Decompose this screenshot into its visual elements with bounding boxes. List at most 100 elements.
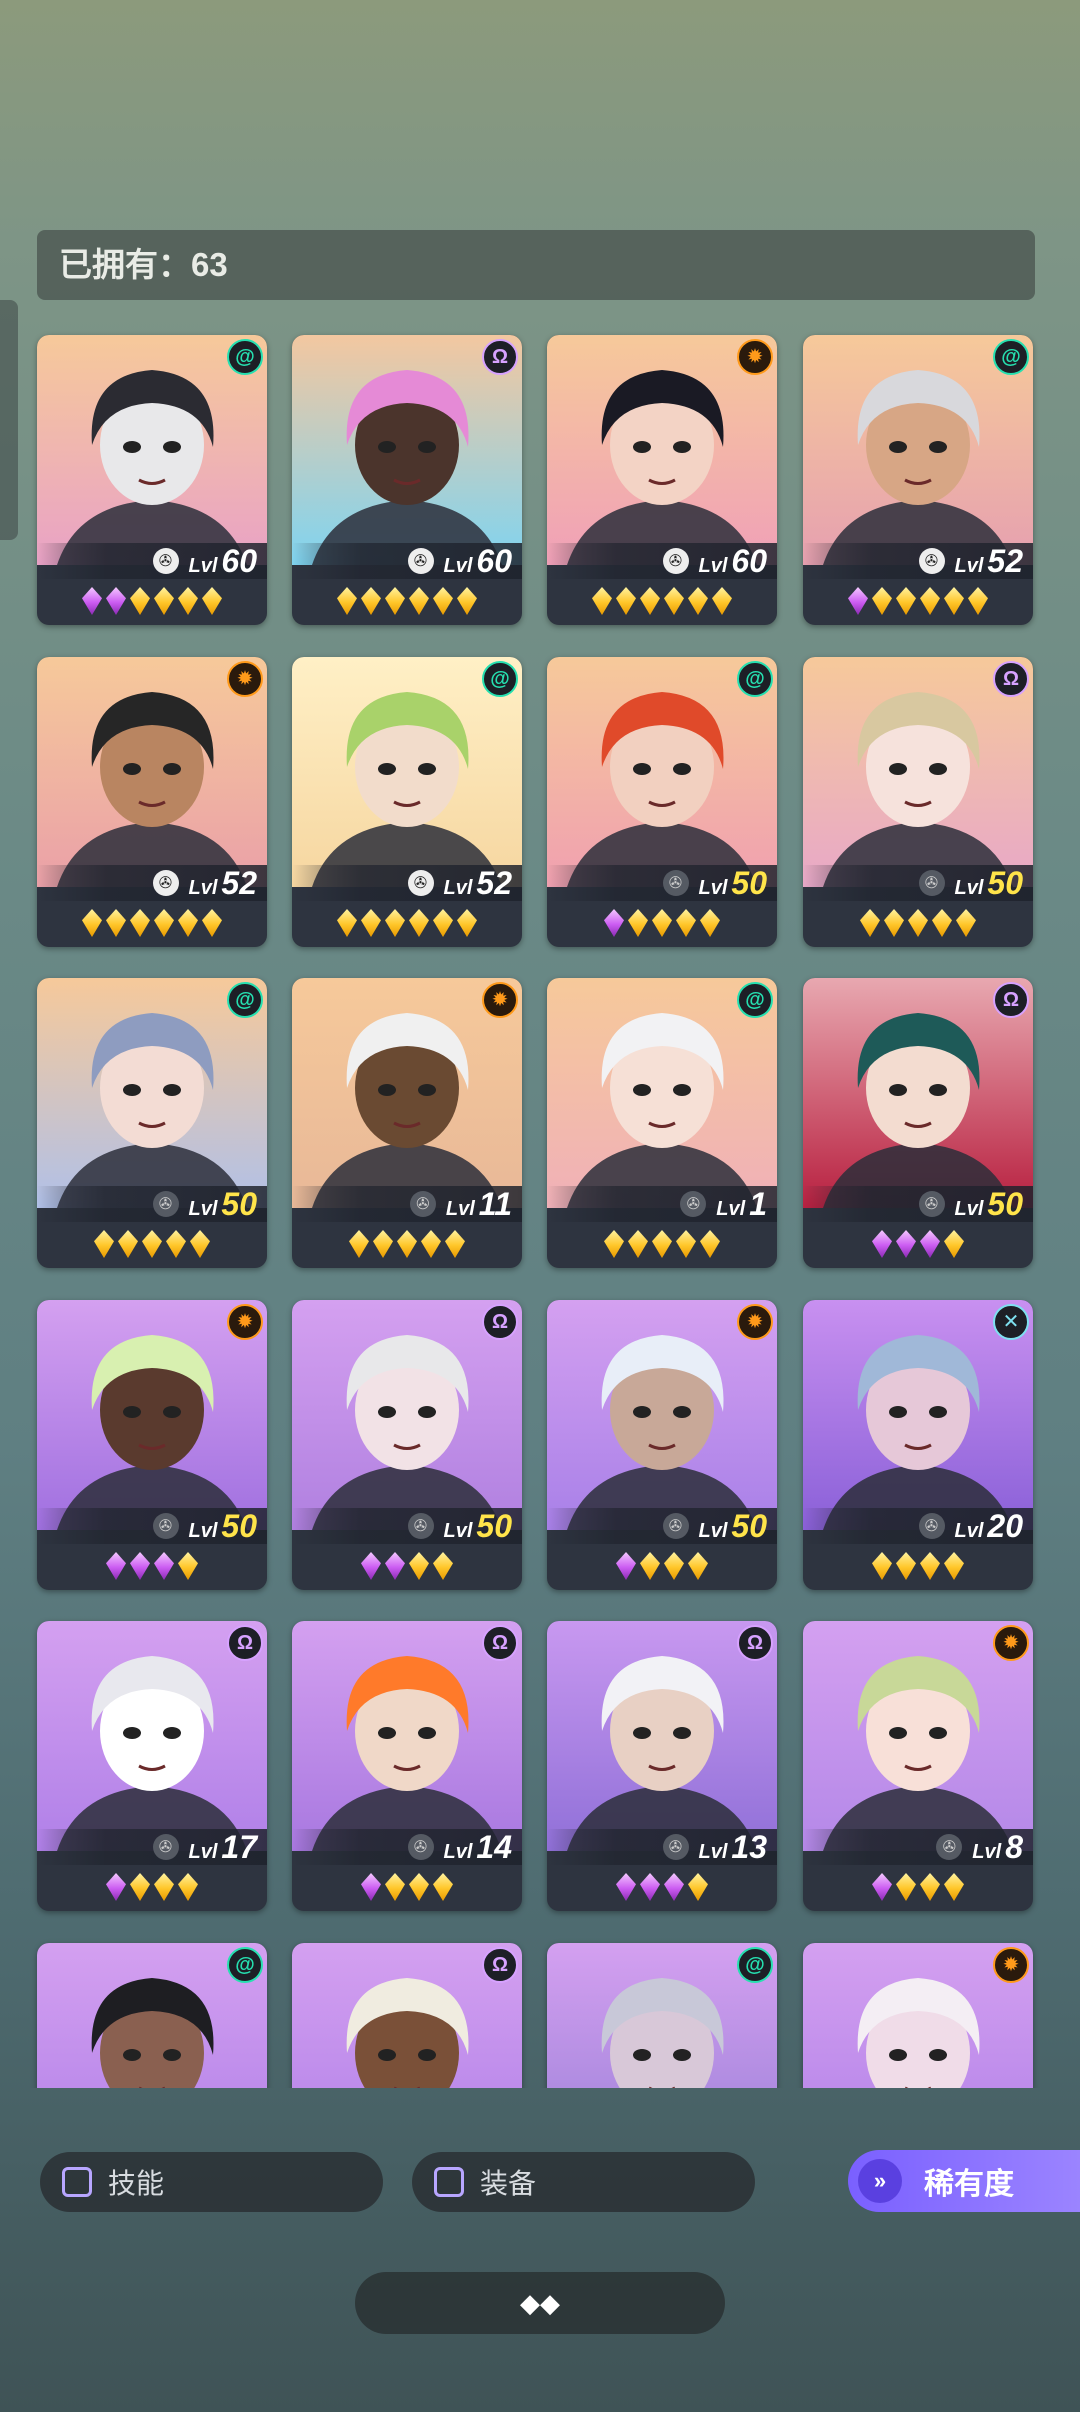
hero-card[interactable]: Ω ✇ Lvl 50 (803, 978, 1033, 1268)
hero-card[interactable]: ✹ ✇ Lvl 50 (547, 1300, 777, 1590)
level-prefix: Lvl (188, 1840, 218, 1863)
gold-gem-icon (944, 1873, 964, 1901)
rank-gems (803, 903, 1033, 943)
hero-card[interactable]: @ ✇ Lvl 50 (547, 657, 777, 947)
hero-card[interactable]: @ ✇ Lvl 52 (292, 657, 522, 947)
omega-faction-icon: Ω (482, 1947, 518, 1983)
hero-card[interactable]: ✹ (803, 1943, 1033, 2088)
hero-card[interactable]: Ω ✇ Lvl 14 (292, 1621, 522, 1911)
omega-faction-icon: Ω (227, 1625, 263, 1661)
level-prefix: Lvl (443, 1840, 473, 1863)
diamond-cluster-icon: ◆◆ (520, 2287, 560, 2318)
hero-card[interactable]: Ω ✇ Lvl 60 (292, 335, 522, 625)
purple-gem-icon (130, 1552, 150, 1580)
level-prefix: Lvl (443, 876, 473, 899)
rank-gems (37, 1867, 267, 1907)
level-row: ✇ Lvl 52 (37, 865, 267, 901)
equip-checkbox[interactable] (434, 2167, 464, 2197)
equip-filter-toggle[interactable]: 装备 (412, 2152, 755, 2212)
level-number: 50 (731, 1507, 767, 1544)
gold-gem-icon (385, 1873, 405, 1901)
gold-gem-icon (457, 587, 477, 615)
hero-card[interactable]: @ ✇ Lvl 60 (37, 335, 267, 625)
omega-faction-icon: Ω (993, 982, 1029, 1018)
gold-gem-icon (872, 587, 892, 615)
omega-faction-icon: Ω (482, 1625, 518, 1661)
purple-gem-icon (640, 1873, 660, 1901)
gold-gem-icon (640, 587, 660, 615)
skill-filter-toggle[interactable]: 技能 (40, 2152, 383, 2212)
gold-gem-icon (349, 1230, 369, 1258)
purple-gem-icon (896, 1230, 916, 1258)
gold-gem-icon (409, 1552, 429, 1580)
hero-card[interactable]: Ω ✇ Lvl 50 (292, 1300, 522, 1590)
level-number: 50 (987, 864, 1023, 901)
collapse-handle[interactable]: ◆◆ (355, 2272, 725, 2334)
level-prefix: Lvl (716, 1197, 746, 1220)
sun-faction-icon: ✹ (227, 1304, 263, 1340)
hero-card[interactable]: ✹ ✇ Lvl 11 (292, 978, 522, 1268)
hero-card[interactable]: @ (37, 1943, 267, 2088)
level-number: 50 (987, 1185, 1023, 1222)
hero-card[interactable]: @ ✇ Lvl 1 (547, 978, 777, 1268)
purple-gem-icon (106, 1552, 126, 1580)
aperture-icon: ✇ (680, 1191, 707, 1217)
level-text: Lvl 60 (699, 543, 768, 580)
aperture-icon: ✇ (936, 1834, 963, 1860)
aperture-icon: ✇ (407, 870, 434, 896)
hero-card[interactable]: @ ✇ Lvl 50 (37, 978, 267, 1268)
gold-gem-icon (688, 1552, 708, 1580)
purple-gem-icon (106, 1873, 126, 1901)
hero-card[interactable]: ✹ ✇ Lvl 52 (37, 657, 267, 947)
hero-card[interactable]: @ (547, 1943, 777, 2088)
level-prefix: Lvl (698, 1840, 728, 1863)
gold-gem-icon (445, 1230, 465, 1258)
aperture-icon: ✇ (152, 1834, 179, 1860)
gold-gem-icon (178, 1873, 198, 1901)
gold-gem-icon (944, 1230, 964, 1258)
rarity-sort-button[interactable]: » 稀有度 (848, 2150, 1080, 2212)
level-row: ✇ Lvl 50 (803, 865, 1033, 901)
level-prefix: Lvl (954, 1519, 984, 1542)
level-number: 20 (987, 1507, 1023, 1544)
owned-label: 已拥有： (59, 246, 191, 283)
aperture-icon: ✇ (152, 1513, 179, 1539)
skill-checkbox[interactable] (62, 2167, 92, 2197)
level-number: 60 (476, 542, 512, 579)
level-row: ✇ Lvl 52 (803, 543, 1033, 579)
level-row: ✇ Lvl 50 (292, 1508, 522, 1544)
gold-gem-icon (142, 1230, 162, 1258)
cross-faction-icon: ✕ (993, 1304, 1029, 1340)
level-row: ✇ Lvl 50 (37, 1508, 267, 1544)
rank-gems (547, 1224, 777, 1264)
gold-gem-icon (872, 1552, 892, 1580)
gold-gem-icon (166, 1230, 186, 1258)
hero-card[interactable]: Ω ✇ Lvl 50 (803, 657, 1033, 947)
hero-card[interactable]: ✹ ✇ Lvl 8 (803, 1621, 1033, 1911)
hero-card[interactable]: ✹ ✇ Lvl 50 (37, 1300, 267, 1590)
hero-card[interactable]: ✹ ✇ Lvl 60 (547, 335, 777, 625)
gold-gem-icon (920, 587, 940, 615)
hero-card[interactable]: ✕ ✇ Lvl 20 (803, 1300, 1033, 1590)
hero-card[interactable]: Ω (292, 1943, 522, 2088)
gold-gem-icon (433, 587, 453, 615)
level-number: 50 (476, 1507, 512, 1544)
purple-gem-icon (385, 1552, 405, 1580)
level-row: ✇ Lvl 50 (547, 1508, 777, 1544)
level-text: Lvl 52 (189, 865, 258, 902)
purple-gem-icon (361, 1873, 381, 1901)
gold-gem-icon (652, 1230, 672, 1258)
spiral-faction-icon: @ (737, 982, 773, 1018)
owned-count: 63 (191, 246, 228, 283)
hero-card[interactable]: @ ✇ Lvl 52 (803, 335, 1033, 625)
sun-faction-icon: ✹ (482, 982, 518, 1018)
gold-gem-icon (932, 909, 952, 937)
gold-gem-icon (457, 909, 477, 937)
level-prefix: Lvl (954, 876, 984, 899)
gold-gem-icon (373, 1230, 393, 1258)
hero-card[interactable]: Ω ✇ Lvl 13 (547, 1621, 777, 1911)
gold-gem-icon (896, 1873, 916, 1901)
gold-gem-icon (94, 1230, 114, 1258)
level-text: Lvl 13 (699, 1829, 768, 1866)
hero-card[interactable]: Ω ✇ Lvl 17 (37, 1621, 267, 1911)
